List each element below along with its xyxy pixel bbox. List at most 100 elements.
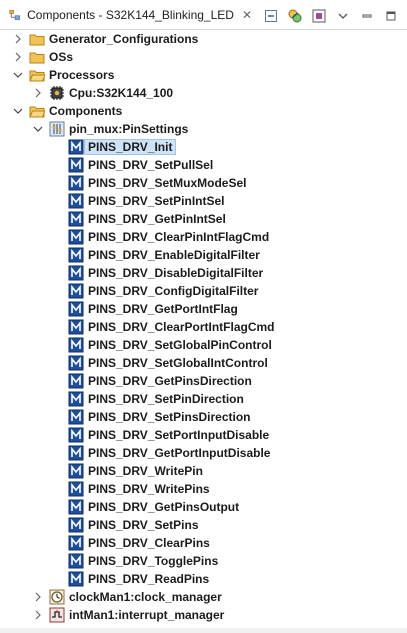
cpu-chip-icon bbox=[50, 86, 64, 100]
tree-item-label: PINS_DRV_SetPins bbox=[88, 518, 199, 532]
tree-item-method[interactable]: PINS_DRV_SetPinsDirection bbox=[68, 408, 251, 426]
tree-item-label: Processors bbox=[49, 68, 115, 82]
tree-item-label: PINS_DRV_GetPortInputDisable bbox=[88, 446, 271, 460]
tree-item-method[interactable]: PINS_DRV_WritePin bbox=[68, 462, 203, 480]
tree-item-label: PINS_DRV_SetPortInputDisable bbox=[88, 428, 270, 442]
expand-chevron-icon[interactable] bbox=[33, 610, 43, 620]
tree-item-label: PINS_DRV_SetPinsDirection bbox=[88, 410, 251, 424]
tree-item-method[interactable]: PINS_DRV_ClearPortIntFlagCmd bbox=[68, 318, 275, 336]
method-icon bbox=[68, 517, 84, 533]
tree-item-method[interactable]: PINS_DRV_GetPortIntFlag bbox=[68, 300, 238, 318]
tree-item-method[interactable]: PINS_DRV_Init bbox=[68, 138, 177, 156]
method-icon bbox=[68, 157, 84, 173]
tree-item-components[interactable]: Components bbox=[13, 102, 122, 120]
tree-item-method[interactable]: PINS_DRV_GetPinsDirection bbox=[68, 372, 252, 390]
tree-item-method[interactable]: PINS_DRV_WritePins bbox=[68, 480, 210, 498]
method-icon bbox=[68, 337, 84, 353]
tree-item-label: PINS_DRV_WritePins bbox=[88, 482, 210, 496]
expand-chevron-icon[interactable] bbox=[33, 88, 43, 98]
tree-item-method[interactable]: PINS_DRV_SetMuxModeSel bbox=[68, 174, 247, 192]
folder-icon bbox=[29, 52, 45, 64]
tree-item-method[interactable]: PINS_DRV_TogglePins bbox=[68, 552, 218, 570]
tree-item-generator-configurations[interactable]: Generator_Configurations bbox=[13, 30, 198, 48]
tree-item-label: PINS_DRV_WritePin bbox=[88, 464, 203, 478]
expand-chevron-icon[interactable] bbox=[13, 52, 23, 62]
tree-item-method[interactable]: PINS_DRV_SetPullSel bbox=[68, 156, 213, 174]
tree-item-method[interactable]: PINS_DRV_ConfigDigitalFilter bbox=[68, 282, 258, 300]
tree-item-method[interactable]: PINS_DRV_EnableDigitalFilter bbox=[68, 246, 260, 264]
tree-item-label: PINS_DRV_GetPinsOutput bbox=[88, 500, 240, 514]
tree-item-processors[interactable]: Processors bbox=[13, 66, 114, 84]
tree-item-oss[interactable]: OSs bbox=[13, 48, 73, 66]
method-icon bbox=[68, 139, 84, 155]
collapse-all-icon[interactable] bbox=[263, 8, 279, 24]
view-menu-chevron-icon[interactable] bbox=[335, 8, 351, 24]
method-icon bbox=[68, 481, 84, 497]
method-icon bbox=[68, 319, 84, 335]
tree-item-label: PINS_DRV_SetGlobalPinControl bbox=[88, 338, 272, 352]
tree-item-method[interactable]: PINS_DRV_SetPortInputDisable bbox=[68, 426, 269, 444]
tree-item-method[interactable]: PINS_DRV_GetPinIntSel bbox=[68, 210, 226, 228]
tree-item-label: intMan1:interrupt_manager bbox=[69, 608, 225, 622]
method-icon bbox=[68, 355, 84, 371]
view-title: Components - S32K144_Blinking_LED bbox=[27, 8, 234, 22]
collapse-chevron-icon[interactable] bbox=[33, 124, 43, 134]
tree-item-method[interactable]: PINS_DRV_SetPinDirection bbox=[68, 390, 244, 408]
maximize-icon[interactable] bbox=[383, 8, 399, 24]
tree-item-label: PINS_DRV_Init bbox=[84, 139, 177, 155]
tree-item-pin-mux[interactable]: pin_mux:PinSettings bbox=[33, 120, 188, 138]
components-tree: Generator_Configurations OSs Processors … bbox=[0, 30, 407, 628]
method-icon bbox=[68, 175, 84, 191]
tree-item-method[interactable]: PINS_DRV_SetGlobalIntControl bbox=[68, 354, 268, 372]
method-icon bbox=[68, 499, 84, 515]
view-toolbar bbox=[263, 8, 399, 24]
clock-component-icon bbox=[49, 589, 65, 605]
method-icon bbox=[68, 553, 84, 569]
tree-item-label: PINS_DRV_SetMuxModeSel bbox=[88, 176, 247, 190]
components-view-icon bbox=[9, 10, 20, 20]
folder-open-icon bbox=[29, 106, 45, 118]
method-icon bbox=[68, 247, 84, 263]
tree-item-label: PINS_DRV_TogglePins bbox=[88, 554, 219, 568]
minimize-icon[interactable] bbox=[359, 8, 375, 24]
tree-item-label: PINS_DRV_SetPinIntSel bbox=[88, 194, 225, 208]
tree-item-method[interactable]: PINS_DRV_SetPins bbox=[68, 516, 199, 534]
method-icon bbox=[68, 427, 84, 443]
tree-item-method[interactable]: PINS_DRV_SetPinIntSel bbox=[68, 192, 225, 210]
tree-item-method[interactable]: PINS_DRV_ClearPinIntFlagCmd bbox=[68, 228, 269, 246]
tree-item-method[interactable]: PINS_DRV_ClearPins bbox=[68, 534, 210, 552]
tree-item-method[interactable]: PINS_DRV_GetPortInputDisable bbox=[68, 444, 270, 462]
tree-item-label: clockMan1:clock_manager bbox=[69, 590, 222, 604]
component-settings-icon[interactable] bbox=[311, 8, 327, 24]
method-icon bbox=[68, 409, 84, 425]
tree-item-label: PINS_DRV_ReadPins bbox=[88, 572, 210, 586]
expand-chevron-icon[interactable] bbox=[13, 34, 23, 44]
tree-item-label: PINS_DRV_DisableDigitalFilter bbox=[88, 266, 264, 280]
tree-item-label: PINS_DRV_ClearPortIntFlagCmd bbox=[88, 320, 275, 334]
folder-open-icon bbox=[29, 70, 45, 82]
tree-item-label: PINS_DRV_GetPortIntFlag bbox=[88, 302, 238, 316]
method-icon bbox=[68, 391, 84, 407]
tree-item-interrupt-manager[interactable]: intMan1:interrupt_manager bbox=[33, 606, 224, 624]
link-with-editor-icon[interactable] bbox=[287, 8, 303, 24]
tree-item-method[interactable]: PINS_DRV_GetPinsOutput bbox=[68, 498, 239, 516]
tree-item-clock-manager[interactable]: clockMan1:clock_manager bbox=[33, 588, 222, 606]
tree-item-label: PINS_DRV_SetPullSel bbox=[88, 158, 214, 172]
collapse-chevron-icon[interactable] bbox=[13, 106, 23, 116]
tree-item-label: pin_mux:PinSettings bbox=[69, 122, 189, 136]
interrupt-component-icon bbox=[49, 607, 65, 623]
expand-chevron-icon[interactable] bbox=[33, 592, 43, 602]
tree-item-method[interactable]: PINS_DRV_DisableDigitalFilter bbox=[68, 264, 263, 282]
tree-item-cpu[interactable]: Cpu:S32K144_100 bbox=[33, 84, 173, 102]
pin-settings-component-icon bbox=[49, 121, 65, 137]
tree-item-method[interactable]: PINS_DRV_SetGlobalPinControl bbox=[68, 336, 272, 354]
collapse-chevron-icon[interactable] bbox=[13, 70, 23, 80]
tree-item-label: Cpu:S32K144_100 bbox=[69, 86, 174, 100]
tree-item-method[interactable]: PINS_DRV_ReadPins bbox=[68, 570, 209, 588]
tree-item-label: PINS_DRV_ClearPinIntFlagCmd bbox=[88, 230, 270, 244]
tree-item-label: PINS_DRV_GetPinsDirection bbox=[88, 374, 252, 388]
method-icon bbox=[68, 283, 84, 299]
method-icon bbox=[68, 373, 84, 389]
components-view-tab[interactable]: Components - S32K144_Blinking_LED ✕ bbox=[3, 2, 252, 28]
close-icon[interactable]: ✕ bbox=[242, 8, 252, 22]
